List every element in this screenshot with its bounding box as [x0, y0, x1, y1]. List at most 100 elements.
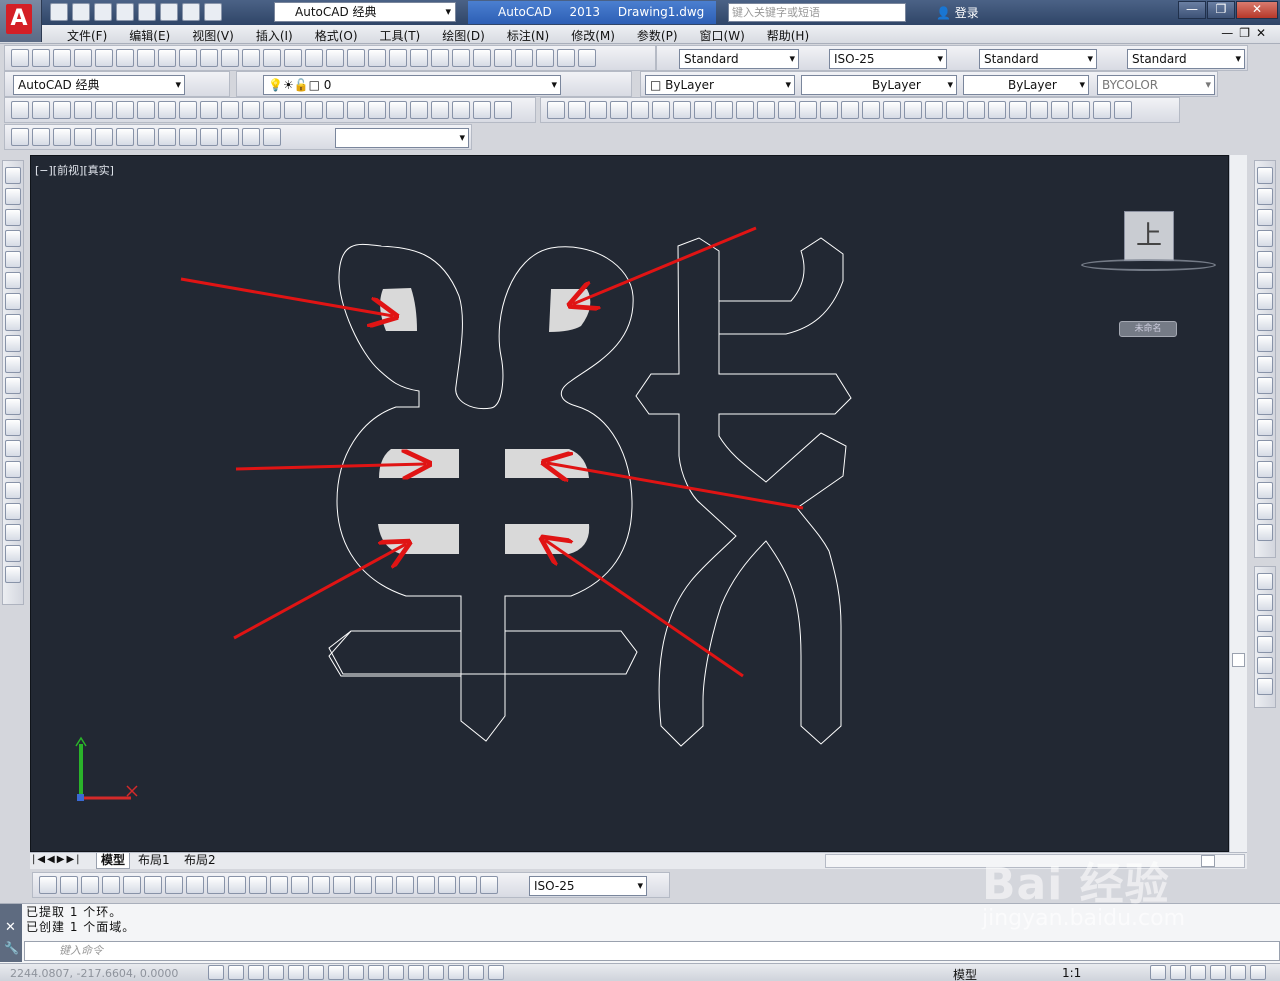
- status-toggle-tool-icon[interactable]: [328, 965, 344, 980]
- standard-tool-icon[interactable]: [95, 49, 113, 67]
- status-toggle-tool-icon[interactable]: [448, 965, 464, 980]
- tab-model[interactable]: 模型: [96, 853, 131, 869]
- dimension-tool-icon[interactable]: [270, 876, 288, 894]
- standard-tool-icon[interactable]: [200, 49, 218, 67]
- dimension-tool-icon[interactable]: [165, 876, 183, 894]
- solid-edit-tool-icon[interactable]: [568, 101, 586, 119]
- modeling-tool-icon[interactable]: [368, 101, 386, 119]
- dimension-tool-icon[interactable]: [354, 876, 372, 894]
- status-tray-tool-icon[interactable]: [1190, 965, 1206, 980]
- standard-tool-icon[interactable]: [221, 49, 239, 67]
- solid-edit-tool-icon[interactable]: [1072, 101, 1090, 119]
- print-icon[interactable]: [160, 3, 178, 21]
- draw-tool-icon[interactable]: [5, 377, 21, 394]
- modify-tool-icon[interactable]: [1257, 314, 1273, 331]
- draw-order-tool-icon[interactable]: [1257, 657, 1273, 674]
- modeling-tool-icon[interactable]: [452, 101, 470, 119]
- dimension-tool-icon[interactable]: [81, 876, 99, 894]
- draw-tool-icon[interactable]: [5, 272, 21, 289]
- modify-tool-icon[interactable]: [1257, 419, 1273, 436]
- status-tray-tool-icon[interactable]: [1170, 965, 1186, 980]
- modeling-tool-icon[interactable]: [389, 101, 407, 119]
- modeling-tool-icon[interactable]: [200, 101, 218, 119]
- tab-layout1[interactable]: 布局1: [134, 853, 174, 869]
- dimension-tool-icon[interactable]: [333, 876, 351, 894]
- modeling-tool-icon[interactable]: [137, 101, 155, 119]
- wrench-icon[interactable]: 🔧: [4, 941, 19, 955]
- solid-edit-tool-icon[interactable]: [631, 101, 649, 119]
- mesh-tool-icon[interactable]: [242, 128, 260, 146]
- save-icon[interactable]: [94, 3, 112, 21]
- linetype-select[interactable]: ByLayer: [801, 75, 957, 95]
- standard-tool-icon[interactable]: [179, 49, 197, 67]
- status-toggle-tool-icon[interactable]: [348, 965, 364, 980]
- horizontal-scroll-thumb[interactable]: [1201, 855, 1215, 867]
- modify-tool-icon[interactable]: [1257, 356, 1273, 373]
- command-input[interactable]: 键入命令: [24, 941, 1280, 961]
- status-toggle-tool-icon[interactable]: [468, 965, 484, 980]
- solid-edit-tool-icon[interactable]: [862, 101, 880, 119]
- dimension-tool-icon[interactable]: [144, 876, 162, 894]
- modeling-tool-icon[interactable]: [431, 101, 449, 119]
- modeling-tool-icon[interactable]: [53, 101, 71, 119]
- tab-navigation-arrows[interactable]: |◀◀▶▶|: [32, 854, 82, 865]
- standard-tool-icon[interactable]: [326, 49, 344, 67]
- standard-tool-icon[interactable]: [473, 49, 491, 67]
- close-button[interactable]: ✕: [1236, 1, 1278, 19]
- text-style-select[interactable]: Standard: [679, 49, 799, 69]
- draw-order-tool-icon[interactable]: [1257, 594, 1273, 611]
- standard-tool-icon[interactable]: [494, 49, 512, 67]
- vertical-scroll-thumb[interactable]: [1232, 653, 1245, 667]
- draw-tool-icon[interactable]: [5, 440, 21, 457]
- dim-style-select[interactable]: ISO-25: [829, 49, 947, 69]
- workspace-select[interactable]: AutoCAD 经典: [274, 2, 456, 22]
- draw-tool-icon[interactable]: [5, 209, 21, 226]
- draw-tool-icon[interactable]: [5, 398, 21, 415]
- status-toggle-tool-icon[interactable]: [248, 965, 264, 980]
- viewcube-compass[interactable]: [1081, 259, 1216, 271]
- help-search-input[interactable]: 键入关键字或短语: [728, 3, 906, 22]
- plot-style-select[interactable]: BYCOLOR: [1097, 75, 1215, 95]
- solid-edit-tool-icon[interactable]: [1051, 101, 1069, 119]
- standard-tool-icon[interactable]: [368, 49, 386, 67]
- mesh-tool-icon[interactable]: [11, 128, 29, 146]
- standard-tool-icon[interactable]: [53, 49, 71, 67]
- modeling-tool-icon[interactable]: [221, 101, 239, 119]
- dimension-tool-icon[interactable]: [480, 876, 498, 894]
- draw-order-tool-icon[interactable]: [1257, 573, 1273, 590]
- new-file-icon[interactable]: [50, 3, 68, 21]
- status-tray-tool-icon[interactable]: [1150, 965, 1166, 980]
- dimension-tool-icon[interactable]: [102, 876, 120, 894]
- standard-tool-icon[interactable]: [242, 49, 260, 67]
- solid-edit-tool-icon[interactable]: [778, 101, 796, 119]
- modify-tool-icon[interactable]: [1257, 335, 1273, 352]
- modeling-tool-icon[interactable]: [11, 101, 29, 119]
- status-toggle-tool-icon[interactable]: [488, 965, 504, 980]
- modeling-tool-icon[interactable]: [284, 101, 302, 119]
- layer-select[interactable]: 💡☀🔓□ 0: [263, 75, 561, 95]
- status-toggle-tool-icon[interactable]: [368, 965, 384, 980]
- modeling-tool-icon[interactable]: [242, 101, 260, 119]
- solid-edit-tool-icon[interactable]: [883, 101, 901, 119]
- standard-tool-icon[interactable]: [389, 49, 407, 67]
- modify-tool-icon[interactable]: [1257, 503, 1273, 520]
- menu-item[interactable]: 文件(F): [56, 27, 118, 44]
- solid-edit-tool-icon[interactable]: [925, 101, 943, 119]
- annotation-scale[interactable]: 1:1: [1062, 966, 1081, 980]
- modify-tool-icon[interactable]: [1257, 524, 1273, 541]
- lineweight-select[interactable]: ByLayer: [963, 75, 1089, 95]
- horizontal-scrollbar[interactable]: [825, 854, 1245, 868]
- menu-item[interactable]: 工具(T): [369, 27, 432, 44]
- solid-edit-tool-icon[interactable]: [799, 101, 817, 119]
- modify-tool-icon[interactable]: [1257, 482, 1273, 499]
- open-file-icon[interactable]: [72, 3, 90, 21]
- visual-style-select[interactable]: [335, 128, 469, 148]
- mesh-tool-icon[interactable]: [95, 128, 113, 146]
- standard-tool-icon[interactable]: [515, 49, 533, 67]
- draw-tool-icon[interactable]: [5, 566, 21, 583]
- standard-tool-icon[interactable]: [137, 49, 155, 67]
- modify-tool-icon[interactable]: [1257, 188, 1273, 205]
- draw-tool-icon[interactable]: [5, 188, 21, 205]
- menu-item[interactable]: 格式(O): [304, 27, 369, 44]
- draw-tool-icon[interactable]: [5, 503, 21, 520]
